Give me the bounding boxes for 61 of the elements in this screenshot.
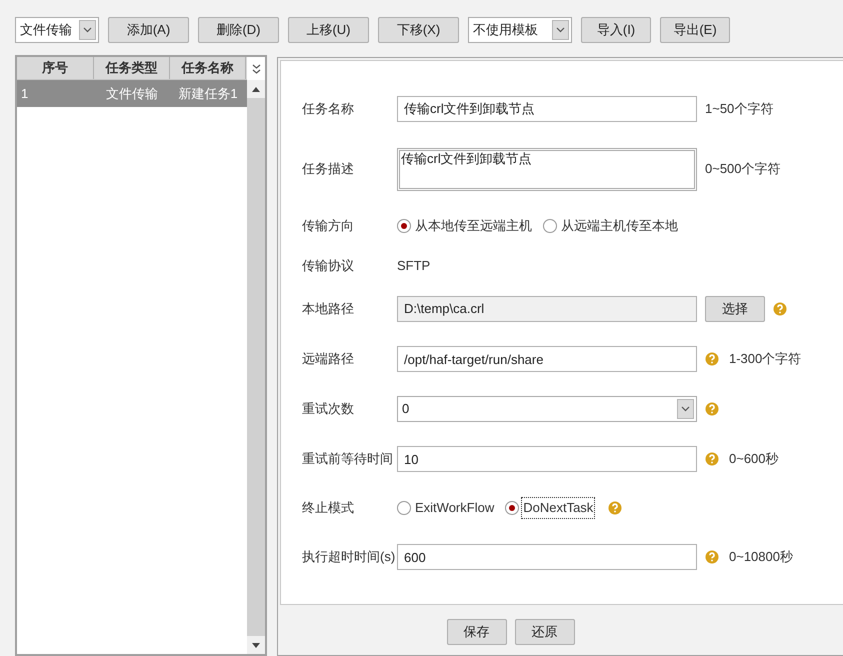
scrollbar[interactable] xyxy=(247,57,265,654)
radio-label: 从本地传至远端主机 xyxy=(414,217,533,236)
retry-select[interactable]: 0 xyxy=(397,396,697,422)
arrow-up-icon[interactable] xyxy=(252,86,260,92)
type-select[interactable]: 文件传输 xyxy=(15,17,99,43)
input-field[interactable]: 600 xyxy=(397,544,697,570)
input-field[interactable]: 10 xyxy=(397,446,697,472)
help-icon[interactable] xyxy=(705,550,719,564)
radio-label: ExitWorkFlow xyxy=(414,499,496,518)
table-cell-text: 文件传输 xyxy=(105,84,159,103)
chevron-down-icon xyxy=(681,406,690,412)
toolbar-button[interactable]: 导入(I) xyxy=(581,17,651,43)
protocol-value: SFTP xyxy=(397,257,430,276)
hint-text: 0~500个字符 xyxy=(705,160,781,178)
help-icon[interactable] xyxy=(705,402,719,416)
help-icon[interactable] xyxy=(705,452,719,466)
toolbar-button[interactable]: 添加(A) xyxy=(108,17,189,43)
field-label: 任务名称 xyxy=(302,100,355,118)
template-select[interactable]: 不使用模板 xyxy=(468,17,572,43)
choose-button[interactable]: 选择 xyxy=(705,296,765,322)
field-label: 传输协议 xyxy=(302,257,355,276)
footer-button[interactable]: 保存 xyxy=(446,619,506,645)
input-field[interactable]: 传输crl文件到卸载节点 xyxy=(397,96,697,122)
column-header[interactable]: 序号 xyxy=(17,57,94,79)
field-label: 传输方向 xyxy=(302,217,355,236)
help-icon[interactable] xyxy=(608,501,622,515)
field-label: 本地路径 xyxy=(302,300,355,318)
radio-button[interactable] xyxy=(505,501,520,515)
hint-text: 0~10800秒 xyxy=(729,548,793,566)
toolbar-button[interactable]: 上移(U) xyxy=(288,17,369,43)
field-label: 终止模式 xyxy=(302,499,355,518)
radio-button[interactable] xyxy=(543,219,557,233)
footer-button[interactable]: 还原 xyxy=(514,619,574,645)
chevron-down-icon xyxy=(83,27,92,33)
radio-label: 从远端主机传至本地 xyxy=(560,217,679,236)
chevron-down-icon xyxy=(556,27,565,33)
description-field[interactable]: 传输crl文件到卸载节点 xyxy=(397,148,697,190)
table-cell-text: 1 xyxy=(20,84,30,103)
hint-text: 1~50个字符 xyxy=(705,100,774,118)
field-label: 重试次数 xyxy=(302,400,355,418)
radio-label: DoNextTask xyxy=(522,498,594,518)
radio-button[interactable] xyxy=(397,501,411,515)
path-field: D:\temp\ca.crl xyxy=(397,296,697,322)
hint-text: 1-300个字符 xyxy=(729,350,802,368)
field-label: 远端路径 xyxy=(302,350,355,368)
help-icon[interactable] xyxy=(705,352,719,366)
field-label: 重试前等待时间 xyxy=(302,450,394,468)
field-label: 执行超时时间(s) xyxy=(302,548,396,566)
toolbar-button[interactable]: 导出(E) xyxy=(660,17,730,43)
column-header[interactable]: 任务名称 xyxy=(170,57,246,79)
double-chevron-icon[interactable] xyxy=(252,62,260,74)
input-field[interactable]: /opt/haf-target/run/share xyxy=(397,346,697,372)
field-label: 任务描述 xyxy=(302,160,355,178)
column-header[interactable]: 任务类型 xyxy=(94,57,170,79)
table-cell-text: 新建任务1 xyxy=(177,84,239,103)
hint-text: 0~600秒 xyxy=(729,450,779,468)
toolbar-button[interactable]: 删除(D) xyxy=(198,17,279,43)
arrow-down-icon[interactable] xyxy=(252,642,260,648)
help-icon[interactable] xyxy=(773,302,787,316)
toolbar-button[interactable]: 下移(X) xyxy=(378,17,459,43)
radio-button[interactable] xyxy=(397,219,411,233)
